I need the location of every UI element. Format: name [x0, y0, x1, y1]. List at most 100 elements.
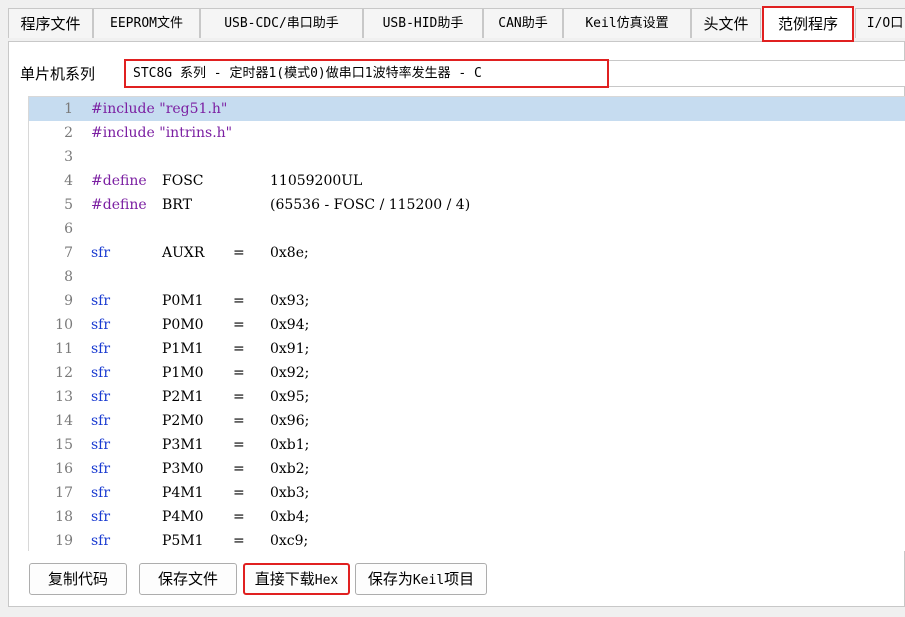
line-number: 14: [55, 413, 73, 429]
code-value: 0xb3;: [270, 485, 310, 501]
tab-can[interactable]: CAN助手: [483, 8, 563, 38]
code-identifier: P3M1: [162, 437, 204, 453]
download-hex-label: 直接下载: [254, 570, 315, 588]
code-line[interactable]: 8: [29, 265, 905, 289]
line-number: 4: [64, 173, 73, 189]
code-line[interactable]: 12 sfr P1M0 = 0x92;: [29, 361, 905, 385]
line-number: 1: [64, 101, 73, 117]
copy-code-button[interactable]: 复制代码: [29, 563, 127, 595]
line-number: 11: [55, 341, 73, 357]
tab-usb-hid[interactable]: USB-HID助手: [363, 8, 483, 38]
code-identifier: P0M1: [162, 293, 204, 309]
tab-usb-cdc-serial[interactable]: USB-CDC/串口助手: [200, 8, 363, 38]
code-value: 0x93;: [270, 293, 310, 309]
code-identifier: P1M0: [162, 365, 204, 381]
code-operator: =: [233, 317, 245, 333]
code-line[interactable]: 4 #define FOSC 11059200UL: [29, 169, 905, 193]
code-value: 11059200UL: [270, 173, 363, 189]
line-number: 13: [55, 389, 73, 405]
code-line[interactable]: 11 sfr P1M1 = 0x91;: [29, 337, 905, 361]
tab-example-program[interactable]: 范例程序: [762, 6, 854, 42]
line-number: 12: [55, 365, 73, 381]
code-line[interactable]: 13 sfr P2M1 = 0x95;: [29, 385, 905, 409]
code-operator: =: [233, 533, 245, 549]
tab-io-port[interactable]: I/O口: [855, 8, 905, 38]
code-line[interactable]: 3: [29, 145, 905, 169]
line-number: 18: [55, 509, 73, 525]
code-value: 0xb2;: [270, 461, 310, 477]
code-identifier: P2M0: [162, 413, 204, 429]
download-hex-button[interactable]: 直接下载Hex: [243, 563, 350, 595]
code-identifier: P2M1: [162, 389, 204, 405]
code-line[interactable]: 10 sfr P0M0 = 0x94;: [29, 313, 905, 337]
code-value: 0x8e;: [270, 245, 309, 261]
code-operator: =: [233, 461, 245, 477]
tab-header-file[interactable]: 头文件: [691, 8, 761, 38]
code-value: 0xc9;: [270, 533, 309, 549]
code-keyword: #define: [91, 173, 147, 189]
code-keyword: sfr: [91, 317, 111, 333]
code-keyword: sfr: [91, 437, 111, 453]
line-number: 7: [64, 245, 73, 261]
line-number: 8: [64, 269, 73, 285]
code-keyword: sfr: [91, 245, 111, 261]
code-keyword: sfr: [91, 509, 111, 525]
code-line[interactable]: 16 sfr P3M0 = 0xb2;: [29, 457, 905, 481]
code-identifier: BRT: [162, 197, 192, 213]
code-line[interactable]: 19 sfr P5M1 = 0xc9;: [29, 529, 905, 551]
code-line[interactable]: 2 #include "intrins.h": [29, 121, 905, 145]
series-label: 单片机系列: [20, 65, 96, 83]
code-value: (65536 - FOSC / 115200 / 4): [270, 197, 471, 213]
code-keyword: sfr: [91, 413, 111, 429]
tab-program-file[interactable]: 程序文件: [8, 8, 93, 38]
tab-bar: 程序文件 EEPROM文件 USB-CDC/串口助手 USB-HID助手 CAN…: [0, 0, 905, 42]
code-operator: =: [233, 365, 245, 381]
code-line[interactable]: 14 sfr P2M0 = 0x96;: [29, 409, 905, 433]
line-number: 6: [64, 221, 73, 237]
code-keyword: #define: [91, 197, 147, 213]
line-number: 9: [64, 293, 73, 309]
code-keyword: sfr: [91, 533, 111, 549]
code-line[interactable]: 1 #include "reg51.h": [29, 97, 905, 121]
code-identifier: P4M0: [162, 509, 204, 525]
code-keyword: sfr: [91, 365, 111, 381]
save-keil-mono: Keil: [412, 573, 445, 588]
code-line[interactable]: 5 #define BRT (65536 - FOSC / 115200 / 4): [29, 193, 905, 217]
code-keyword: sfr: [91, 485, 111, 501]
code-keyword: sfr: [91, 341, 111, 357]
line-number: 5: [64, 197, 73, 213]
code-editor[interactable]: 1 #include "reg51.h" 2 #include "intrins.h"…: [28, 96, 905, 551]
code-operator: =: [233, 509, 245, 525]
tab-keil-sim[interactable]: Keil仿真设置: [563, 8, 691, 38]
code-value: 0x95;: [270, 389, 310, 405]
code-line[interactable]: 18 sfr P4M0 = 0xb4;: [29, 505, 905, 529]
code-operator: =: [233, 341, 245, 357]
save-keil-project-button[interactable]: 保存为Keil项目: [355, 563, 487, 595]
line-number: 15: [55, 437, 73, 453]
code-token: #include "reg51.h": [91, 101, 228, 117]
save-keil-suffix: 项目: [444, 570, 475, 588]
code-keyword: sfr: [91, 293, 111, 309]
series-select[interactable]: STC8G 系列 - 定时器1(模式0)做串口1波特率发生器 - C: [124, 59, 609, 88]
code-value: 0x96;: [270, 413, 310, 429]
code-line[interactable]: 9 sfr P0M1 = 0x93;: [29, 289, 905, 313]
code-value: 0xb1;: [270, 437, 310, 453]
code-line[interactable]: 7 sfr AUXR = 0x8e;: [29, 241, 905, 265]
line-number: 19: [55, 533, 73, 549]
line-number: 10: [55, 317, 73, 333]
save-file-button[interactable]: 保存文件: [139, 563, 237, 595]
code-line[interactable]: 6: [29, 217, 905, 241]
code-operator: =: [233, 437, 245, 453]
save-keil-prefix: 保存为: [367, 570, 413, 588]
line-number: 3: [64, 149, 73, 165]
code-identifier: P3M0: [162, 461, 204, 477]
code-value: 0x92;: [270, 365, 310, 381]
code-keyword: sfr: [91, 461, 111, 477]
code-keyword: sfr: [91, 389, 111, 405]
tab-eeprom-file[interactable]: EEPROM文件: [93, 8, 200, 38]
code-line[interactable]: 15 sfr P3M1 = 0xb1;: [29, 433, 905, 457]
code-operator: =: [233, 389, 245, 405]
code-value: 0x94;: [270, 317, 310, 333]
line-number: 2: [64, 125, 73, 141]
code-line[interactable]: 17 sfr P4M1 = 0xb3;: [29, 481, 905, 505]
